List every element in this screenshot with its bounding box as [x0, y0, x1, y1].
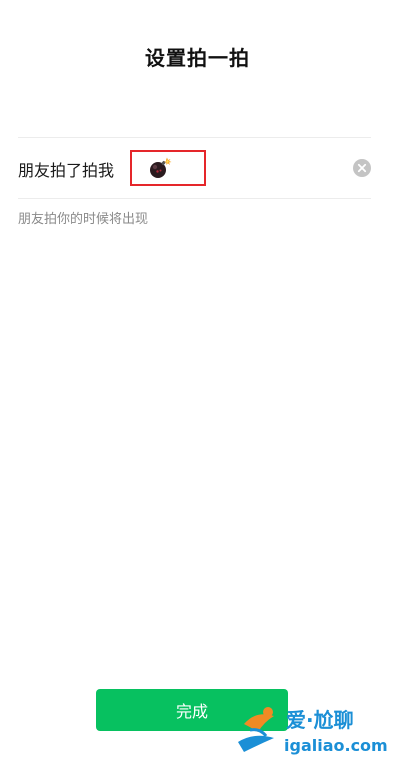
divider [18, 198, 371, 199]
watermark-url: igaliao.com [284, 736, 388, 755]
watermark: 爱·尬聊 igaliao.com [234, 700, 392, 762]
clear-icon[interactable] [353, 159, 371, 177]
pat-text-field-row: 朋友拍了拍我 [18, 148, 371, 190]
field-label: 朋友拍了拍我 [18, 161, 115, 180]
page-title: 设置拍一拍 [145, 46, 250, 70]
pat-suffix-input[interactable] [130, 150, 206, 186]
bomb-icon [148, 156, 172, 180]
watermark-text: 爱·尬聊 [286, 708, 354, 732]
hint-text: 朋友拍你的时候将出现 [18, 212, 149, 227]
divider [18, 137, 371, 138]
watermark-logo-icon [234, 702, 284, 758]
